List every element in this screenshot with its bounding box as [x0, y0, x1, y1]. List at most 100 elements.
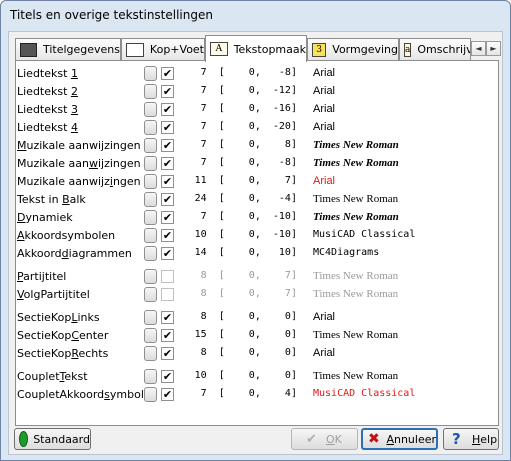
visible-checkbox[interactable]: ✔ — [161, 370, 174, 383]
font-name: MusiCAD Classical — [313, 388, 416, 399]
size-offset-values: 8 [ 0, 0] — [194, 347, 297, 358]
font-name: Arial — [313, 347, 336, 359]
visible-checkbox[interactable]: ✔ — [161, 211, 174, 224]
help-button[interactable]: ? Help — [443, 428, 499, 450]
annuleer-label: Annuleer — [386, 432, 436, 446]
bracket-open: [ — [206, 157, 243, 168]
tab-vormgeving[interactable]: 3 Vormgeving — [307, 38, 399, 60]
font-select-button[interactable] — [144, 102, 157, 117]
window-title: Titels en overige tekstinstellingen — [10, 8, 213, 22]
font-select-button[interactable] — [144, 310, 157, 325]
help-label: Help — [472, 432, 498, 446]
font-select-button[interactable] — [144, 269, 157, 284]
setting-row: SectieKopRechts ✔ 8 [ 0, 0] Arial — [16, 345, 500, 363]
font-select-button[interactable] — [144, 287, 157, 302]
font-select-button[interactable] — [144, 84, 157, 99]
setting-row: Muzikale aanwijzingen 2 ✔ 7 [ 0, -8] Times… — [16, 155, 500, 173]
visible-checkbox[interactable]: ✔ — [161, 247, 174, 260]
font-select-button[interactable] — [144, 156, 157, 171]
font-name: Times New Roman — [313, 270, 399, 282]
image-icon — [20, 42, 37, 57]
setting-label: Akkoorddiagrammen — [17, 247, 132, 260]
setting-label: Partijtitel — [17, 270, 67, 283]
visible-checkbox[interactable]: ✔ — [161, 139, 174, 152]
bracket-open: [ — [206, 388, 243, 399]
bracket-open: [ — [206, 211, 243, 222]
visible-checkbox[interactable]: ✔ — [161, 85, 174, 98]
visible-checkbox[interactable]: ✔ — [161, 388, 174, 401]
ok-button[interactable]: ✔ OK — [291, 428, 358, 450]
size-offset-values: 7 [ 0, -8] — [194, 67, 297, 78]
tab-label: Omschrijving — [417, 43, 470, 56]
visible-checkbox[interactable] — [161, 288, 174, 301]
font-name: Arial — [313, 103, 336, 115]
font-select-button[interactable] — [144, 210, 157, 225]
visible-checkbox[interactable]: ✔ — [161, 103, 174, 116]
dialog-client-area: Titelgegevens Kop+Voet A Tekstopmaak 3 V… — [8, 31, 503, 455]
font-select-button[interactable] — [144, 387, 157, 402]
font-select-button[interactable] — [144, 138, 157, 153]
setting-label: Muzikale aanwijzingen 1 — [17, 139, 152, 152]
standaard-button[interactable]: Standaard — [14, 428, 91, 450]
size-offset-values: 8 [ 0, 7] — [194, 288, 297, 299]
bracket-close: ] — [290, 247, 297, 258]
tab-scroll-left-icon[interactable]: ◄ — [471, 41, 486, 56]
visible-checkbox[interactable]: ✔ — [161, 67, 174, 80]
annuleer-button[interactable]: ✖ Annuleer — [361, 428, 438, 450]
font-select-button[interactable] — [144, 66, 157, 81]
size-offset-values: 24 [ 0, -4] — [194, 193, 297, 204]
font-a-icon: A — [210, 42, 228, 56]
font-a-icon: a — [404, 42, 412, 57]
visible-checkbox[interactable]: ✔ — [161, 347, 174, 360]
font-name: Arial — [313, 175, 336, 187]
separator: , — [254, 247, 267, 258]
bracket-close: ] — [290, 370, 297, 381]
visible-checkbox[interactable]: ✔ — [161, 193, 174, 206]
size-offset-values: 10 [ 0, 0] — [194, 370, 297, 381]
title-bar[interactable]: Titels en overige tekstinstellingen — [1, 1, 510, 29]
tab-kop-voet[interactable]: Kop+Voet — [121, 38, 205, 60]
font-name: Times New Roman — [313, 329, 399, 341]
setting-row: Muzikale aanwijzingen 1 ✔ 7 [ 0, 8] Times … — [16, 137, 500, 155]
size-offset-values: 8 [ 0, 7] — [194, 270, 297, 281]
separator: , — [254, 311, 267, 322]
tab-omschrijving[interactable]: a Omschrijving — [399, 38, 471, 60]
separator: , — [254, 193, 267, 204]
font-select-button[interactable] — [144, 174, 157, 189]
bracket-open: [ — [206, 288, 243, 299]
font-select-button[interactable] — [144, 328, 157, 343]
font-select-button[interactable] — [144, 369, 157, 384]
tab-scroll-right-icon[interactable]: ► — [486, 41, 501, 56]
visible-checkbox[interactable]: ✔ — [161, 175, 174, 188]
font-name: Times New Roman — [313, 288, 399, 300]
setting-label: SectieKopRechts — [17, 347, 109, 360]
size-offset-values: 8 [ 0, 0] — [194, 311, 297, 322]
setting-row: Dynamiek ✔ 7 [ 0, -10] Times New Roman — [16, 209, 500, 227]
setting-row: CoupletTekst ✔ 10 [ 0, 0] Times New Roman — [16, 368, 500, 386]
standaard-label: Standaard — [33, 432, 90, 446]
tab-strip: Titelgegevens Kop+Voet A Tekstopmaak 3 V… — [15, 35, 501, 62]
font-select-button[interactable] — [144, 192, 157, 207]
tab-tekstopmaak[interactable]: A Tekstopmaak — [205, 35, 307, 62]
font-select-button[interactable] — [144, 228, 157, 243]
bracket-close: ] — [290, 329, 297, 340]
size-offset-values: 11 [ 0, 7] — [194, 175, 297, 186]
size-offset-values: 14 [ 0, 10] — [194, 247, 297, 258]
font-select-button[interactable] — [144, 120, 157, 135]
visible-checkbox[interactable] — [161, 270, 174, 283]
font-name: Times New Roman — [313, 139, 399, 151]
number-3-icon: 3 — [312, 42, 327, 57]
separator: , — [254, 85, 267, 96]
visible-checkbox[interactable]: ✔ — [161, 121, 174, 134]
setting-label: Liedtekst 4 — [17, 121, 78, 134]
setting-label: Liedtekst 1 — [17, 67, 78, 80]
tab-titelgegevens[interactable]: Titelgegevens — [15, 38, 121, 60]
visible-checkbox[interactable]: ✔ — [161, 329, 174, 342]
font-select-button[interactable] — [144, 246, 157, 261]
setting-label: SectieKopCenter — [17, 329, 109, 342]
font-select-button[interactable] — [144, 346, 157, 361]
visible-checkbox[interactable]: ✔ — [161, 157, 174, 170]
tab-scroll-arrows: ◄ ► — [471, 41, 501, 56]
visible-checkbox[interactable]: ✔ — [161, 229, 174, 242]
visible-checkbox[interactable]: ✔ — [161, 311, 174, 324]
